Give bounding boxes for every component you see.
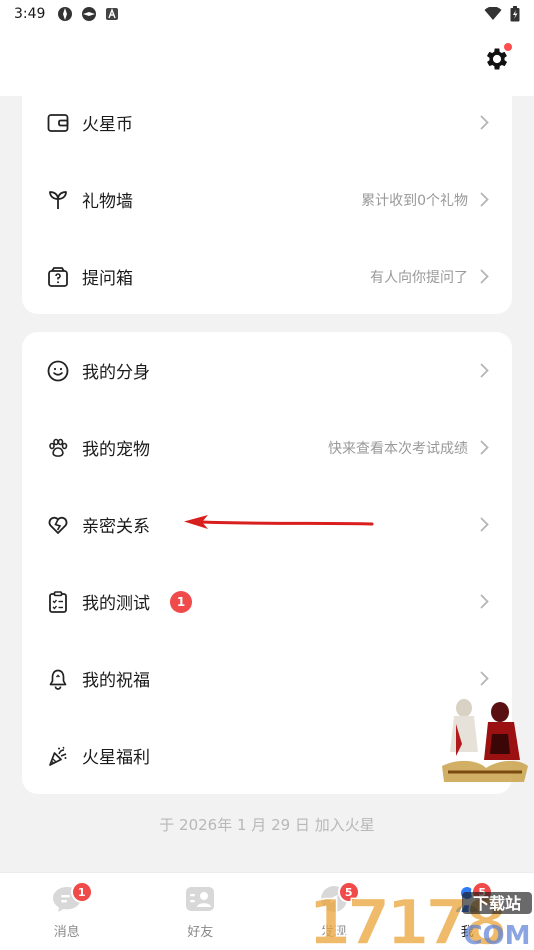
menu-item-my-pet[interactable]: 我的宠物 快来查看本次考试成绩 <box>22 409 512 486</box>
menu-item-label: 火星币 <box>82 115 133 135</box>
menu-item-label: 我的宠物 <box>82 440 150 460</box>
contact-card-icon <box>183 883 217 915</box>
tab-badge: 1 <box>70 881 93 903</box>
tab-messages[interactable]: 1 消息 <box>0 873 134 950</box>
red-arrow-annotation <box>184 515 374 529</box>
tab-label: 消息 <box>53 925 80 940</box>
chevron-right-icon <box>478 269 490 285</box>
notification-badge: 1 <box>170 590 192 613</box>
menu-item-label: 亲密关系 <box>82 517 150 537</box>
menu-card-assets: 火星币 礼物墙 累计收到0个礼物 提问箱 有人向你提问了 <box>22 84 512 314</box>
chevron-right-icon <box>478 594 490 610</box>
wallet-icon <box>46 111 70 135</box>
app-notification-icon <box>58 7 73 21</box>
status-time: 3:49 <box>14 6 46 22</box>
question-box-icon <box>46 265 70 289</box>
gift-flower-icon <box>46 188 70 212</box>
tab-label: 好友 <box>187 925 214 940</box>
menu-item-hint: 快来查看本次考试成绩 <box>328 440 468 457</box>
menu-item-avatar-clone[interactable]: 我的分身 <box>22 332 512 409</box>
menu-item-label: 我的测试 <box>82 594 150 614</box>
status-bar: 3:49 <box>0 0 534 28</box>
settings-notification-dot <box>504 43 512 51</box>
chevron-right-icon <box>478 440 490 456</box>
font-notification-icon <box>106 8 119 20</box>
chevron-right-icon <box>478 671 490 687</box>
clipboard-check-icon <box>46 590 70 614</box>
menu-item-hint: 累计收到0个礼物 <box>361 192 468 209</box>
menu-item-label: 我的分身 <box>82 363 150 383</box>
menu-item-label: 礼物墙 <box>82 192 133 212</box>
heart-link-icon <box>46 513 70 537</box>
chevron-right-icon <box>478 115 490 131</box>
wifi-icon <box>484 7 502 20</box>
app-notification-icon <box>82 7 97 21</box>
battery-icon <box>510 6 520 22</box>
watermark-logo <box>442 699 528 782</box>
paw-icon <box>46 436 70 460</box>
menu-item-label: 我的祝福 <box>82 671 150 691</box>
chevron-right-icon <box>478 192 490 208</box>
menu-item-my-tests[interactable]: 我的测试 1 <box>22 563 512 640</box>
site-watermark: 17178 下载站 COM <box>307 885 532 950</box>
settings-button[interactable] <box>482 43 512 74</box>
tab-friends[interactable]: 好友 <box>134 873 268 950</box>
party-popper-icon <box>46 744 70 768</box>
menu-item-label: 提问箱 <box>82 269 133 289</box>
watermark-sub: 下载站 <box>473 894 521 913</box>
menu-item-mars-coin[interactable]: 火星币 <box>22 84 512 161</box>
menu-item-gift-wall[interactable]: 礼物墙 累计收到0个礼物 <box>22 161 512 238</box>
chevron-right-icon <box>478 517 490 533</box>
join-date-text: 于 2026年 1 月 29 日 加入火星 <box>159 816 375 834</box>
menu-item-hint: 有人向你提问了 <box>370 269 468 286</box>
smiley-icon <box>46 359 70 383</box>
menu-item-question-box[interactable]: 提问箱 有人向你提问了 <box>22 238 512 314</box>
chevron-right-icon <box>478 363 490 379</box>
bell-icon <box>46 667 70 691</box>
menu-item-label: 火星福利 <box>82 748 150 768</box>
watermark-domain: COM <box>463 921 530 950</box>
